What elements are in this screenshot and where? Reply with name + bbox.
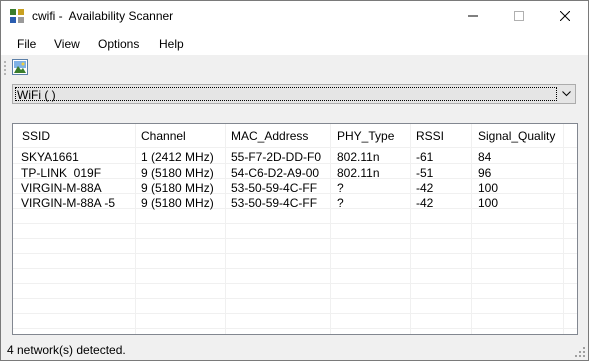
menu-help[interactable]: Help: [159, 37, 184, 51]
cell-channel: 9 (5180 MHz): [141, 181, 214, 195]
cell-ssid: SKYA1661: [21, 150, 79, 164]
column-header-rssi[interactable]: RSSI: [416, 129, 444, 143]
cell-mac-address: 53-50-59-4C-FF: [231, 181, 318, 195]
title-bar: cwifi - Availability Scanner: [1, 1, 588, 31]
dropdown-button[interactable]: [559, 87, 573, 101]
grid-line: [13, 238, 577, 239]
grid-line: [13, 298, 577, 299]
adapter-select-value: WiFi ( ): [17, 88, 56, 102]
column-header-mac-address[interactable]: MAC_Address: [231, 129, 308, 143]
column-header-phy-type[interactable]: PHY_Type: [337, 129, 394, 143]
window-title: cwifi - Availability Scanner: [32, 9, 174, 23]
cell-phy-type: ?: [337, 196, 344, 210]
cell-signal-quality: 84: [478, 150, 492, 164]
cell-ssid: TP-LINK 019F: [21, 166, 102, 180]
app-window: cwifi - Availability Scanner File View O…: [0, 0, 589, 361]
column-header-channel[interactable]: Channel: [141, 129, 186, 143]
cell-phy-type: ?: [337, 181, 344, 195]
column-separator: [410, 124, 411, 334]
cell-signal-quality: 100: [478, 181, 499, 195]
cell-ssid: VIRGIN-M-88A -5: [21, 196, 116, 210]
maximize-icon: [514, 11, 524, 21]
cell-rssi: -61: [416, 150, 434, 164]
scan-icon[interactable]: [12, 59, 28, 75]
close-button[interactable]: [542, 1, 588, 31]
column-header-ssid[interactable]: SSID: [22, 129, 50, 143]
grid-line: [13, 223, 577, 224]
adapter-select[interactable]: WiFi ( ): [12, 84, 576, 104]
minimize-button[interactable]: [450, 1, 496, 31]
menu-bar: File View Options Help: [1, 31, 588, 55]
grid-line: [13, 268, 577, 269]
network-list[interactable]: SSID Channel MAC_Address PHY_Type RSSI S…: [12, 123, 578, 335]
cell-phy-type: 802.11n: [337, 166, 380, 180]
cell-signal-quality: 96: [478, 166, 492, 180]
status-text: 4 network(s) detected.: [7, 343, 126, 357]
column-separator: [135, 124, 136, 334]
cell-mac-address: 54-C6-D2-A9-00: [231, 166, 320, 180]
cell-channel: 1 (2412 MHz): [141, 150, 214, 164]
grid-line: [13, 328, 577, 329]
column-header-signal-quality[interactable]: Signal_Quality: [478, 129, 555, 143]
wifi-app-icon: [10, 9, 24, 23]
focus-rectangle: [15, 87, 557, 101]
resize-grip-icon[interactable]: [574, 346, 586, 358]
cell-ssid: VIRGIN-M-88A: [21, 181, 102, 195]
toolbar-grip[interactable]: [4, 60, 6, 76]
column-separator: [330, 124, 331, 334]
cell-phy-type: 802.11n: [337, 150, 380, 164]
menu-file[interactable]: File: [17, 37, 36, 51]
cell-channel: 9 (5180 MHz): [141, 166, 214, 180]
cell-signal-quality: 100: [478, 196, 499, 210]
cell-rssi: -42: [416, 181, 434, 195]
chevron-down-icon: [561, 91, 571, 97]
cell-mac-address: 53-50-59-4C-FF: [231, 196, 318, 210]
column-separator: [471, 124, 472, 334]
grid-line: [13, 283, 577, 284]
minimize-icon: [468, 15, 478, 17]
cell-rssi: -42: [416, 196, 434, 210]
maximize-button[interactable]: [496, 1, 542, 31]
cell-mac-address: 55-F7-2D-DD-F0: [231, 150, 322, 164]
status-bar: 4 network(s) detected.: [1, 338, 588, 360]
grid-line: [13, 253, 577, 254]
grid-line: [13, 147, 577, 148]
menu-options[interactable]: Options: [98, 37, 139, 51]
column-separator: [563, 124, 564, 334]
toolbar: [1, 55, 588, 80]
close-icon: [560, 11, 570, 21]
grid-line: [13, 313, 577, 314]
cell-rssi: -51: [416, 166, 434, 180]
column-separator: [225, 124, 226, 334]
cell-channel: 9 (5180 MHz): [141, 196, 214, 210]
menu-view[interactable]: View: [54, 37, 80, 51]
